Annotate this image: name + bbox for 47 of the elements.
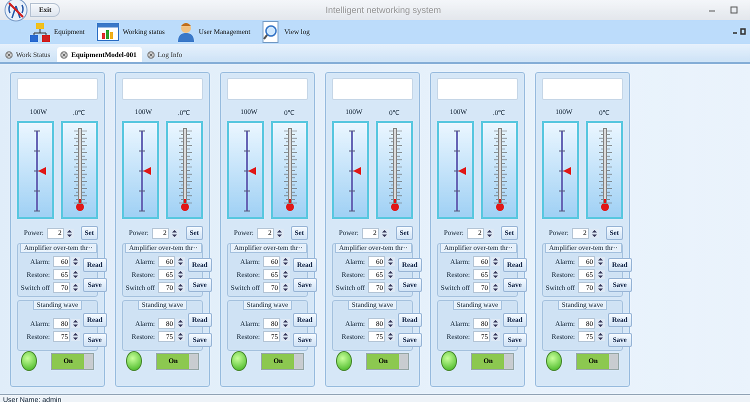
spinner-arrows-icon[interactable]: [491, 270, 500, 279]
close-icon[interactable]: [146, 50, 155, 58]
spinner-arrows-icon[interactable]: [590, 228, 599, 238]
spinner-arrows-icon[interactable]: [176, 332, 185, 341]
spinner-arrows-icon[interactable]: [71, 319, 80, 328]
spinner-arrows-icon[interactable]: [176, 270, 185, 279]
spinner-arrows-icon[interactable]: [596, 283, 605, 292]
spinner-arrows-icon[interactable]: [71, 332, 80, 341]
spinner-arrows-icon[interactable]: [281, 257, 290, 266]
spinner-arrows-icon[interactable]: [596, 270, 605, 279]
magnifier-document-icon: [262, 21, 280, 43]
spinner-arrows-icon[interactable]: [386, 332, 395, 341]
close-icon[interactable]: [60, 50, 68, 58]
spinner-arrows-icon[interactable]: [596, 332, 605, 341]
spinner-arrows-icon[interactable]: [386, 283, 395, 292]
spinner-arrows-icon[interactable]: [71, 270, 80, 279]
spinner-arrows-icon[interactable]: [491, 332, 500, 341]
spinner-arrows-icon[interactable]: [491, 283, 500, 292]
spinner-arrows-icon[interactable]: [596, 257, 605, 266]
restore-icon[interactable]: [732, 28, 746, 36]
spinner-arrows-icon[interactable]: [176, 257, 185, 266]
spinner-arrows-icon[interactable]: [281, 332, 290, 341]
antenna-logo-icon: [4, 0, 28, 22]
spinner-arrows-icon[interactable]: [176, 319, 185, 328]
spinner-arrows-icon[interactable]: [281, 283, 290, 292]
spinner-arrows-icon[interactable]: [380, 228, 389, 238]
spinner-arrows-icon[interactable]: [484, 228, 494, 238]
spinner-arrows-icon[interactable]: [386, 270, 395, 279]
spinner-arrows-icon[interactable]: [491, 319, 500, 328]
user-icon: [176, 22, 195, 42]
spinner-arrows-icon[interactable]: [71, 283, 80, 292]
spinner-arrows-icon[interactable]: [386, 257, 395, 266]
network-icon: [30, 22, 50, 42]
spinner-arrows-icon[interactable]: [64, 228, 74, 238]
maximize-icon[interactable]: [728, 4, 740, 16]
spinner-arrows-icon[interactable]: [386, 319, 395, 328]
close-icon[interactable]: [5, 50, 13, 58]
spinner-arrows-icon[interactable]: [281, 319, 290, 328]
spinner-arrows-icon[interactable]: [170, 228, 179, 238]
window-title: Intelligent networking system: [324, 5, 442, 15]
spinner-arrows-icon[interactable]: [274, 228, 284, 238]
spinner-arrows-icon[interactable]: [596, 319, 605, 328]
spinner-arrows-icon[interactable]: [491, 257, 500, 266]
spinner-arrows-icon[interactable]: [281, 270, 290, 279]
chart-window-icon: [96, 23, 119, 41]
spinner-arrows-icon[interactable]: [71, 257, 80, 266]
spinner-arrows-icon[interactable]: [176, 283, 185, 292]
